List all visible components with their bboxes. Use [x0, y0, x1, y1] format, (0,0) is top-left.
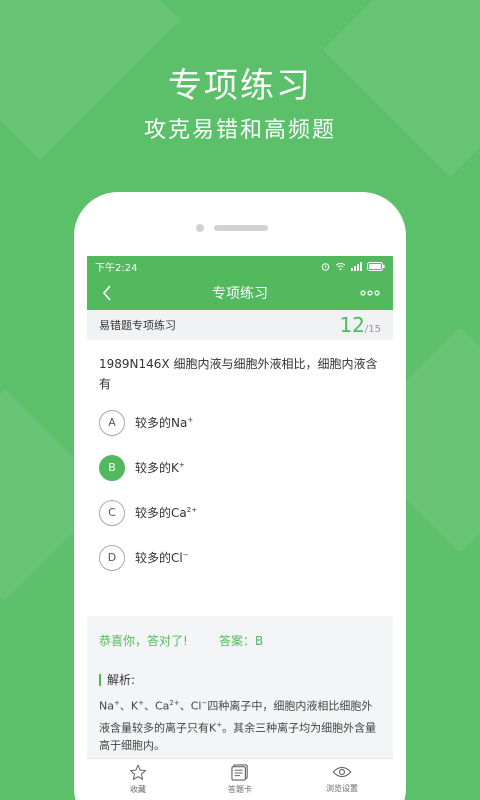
option-superscript: 2+ — [186, 506, 198, 514]
back-button[interactable] — [97, 283, 117, 303]
option-label: 较多的Na+ — [135, 414, 193, 431]
analysis-text-part: 、K — [119, 699, 139, 713]
battery-icon — [367, 261, 385, 271]
eye-icon — [332, 766, 352, 778]
options-list: A 较多的Na+ B 较多的K+ C 较多的Ca2+ D 较多的Cl− — [87, 400, 393, 580]
option-d[interactable]: D 较多的Cl− — [87, 535, 393, 580]
answer-card-icon — [231, 764, 248, 781]
option-b[interactable]: B 较多的K+ — [87, 445, 393, 490]
option-a[interactable]: A 较多的Na+ — [87, 400, 393, 445]
signal-icon — [351, 261, 362, 271]
analysis-text-part: 、Ca — [143, 699, 170, 713]
analysis-text-part: 、Cl — [179, 699, 202, 713]
tab-view-settings[interactable]: 浏览设置 — [291, 759, 393, 800]
option-text: 较多的Ca — [135, 506, 187, 520]
phone-speaker — [214, 225, 268, 231]
option-text: 较多的Na — [135, 416, 188, 430]
app-bar-title: 专项练习 — [212, 286, 268, 302]
phone-screen: 下午2:24 专项练习 易错题专项练习 12 / 15 1989N146X 细胞… — [87, 256, 393, 800]
option-c[interactable]: C 较多的Ca2+ — [87, 490, 393, 535]
progress-current: 12 — [339, 313, 365, 337]
promo-title: 专项练习 — [168, 66, 312, 106]
option-text: 较多的K — [135, 461, 179, 475]
star-icon — [129, 764, 147, 780]
progress-total: 15 — [368, 324, 381, 335]
analysis-text-part: Na — [99, 699, 114, 713]
option-superscript: − — [182, 551, 189, 559]
status-icons — [321, 261, 385, 271]
result-answer: 答案：B — [219, 634, 264, 648]
option-label: 较多的Cl− — [135, 549, 189, 566]
option-letter-circle: A — [99, 409, 125, 436]
analysis-text: Na+、K+、Ca2+、Cl−四种离子中，细胞内液相比细胞外液含量较多的离子只有… — [87, 688, 393, 755]
analysis-title: 解析: — [107, 673, 136, 687]
question-progress: 12 / 15 — [339, 313, 381, 337]
chevron-left-icon — [102, 285, 111, 301]
phone-camera — [196, 224, 204, 232]
promo-subtitle: 攻克易错和高频题 — [143, 118, 336, 143]
question-category: 易错题专项练习 — [99, 319, 176, 332]
result-message: 恭喜你，答对了! — [99, 634, 188, 648]
result-row: 恭喜你，答对了! 答案：B — [87, 616, 393, 649]
analysis-superscript: 2+ — [169, 699, 180, 707]
option-superscript: + — [187, 416, 194, 424]
tab-label: 收藏 — [130, 785, 146, 794]
bottom-tab-bar: 收藏 答题卡 浏览设置 — [87, 758, 393, 800]
tab-answer-card[interactable]: 答题卡 — [189, 759, 291, 800]
analysis-heading: 解析: — [87, 649, 393, 688]
wifi-icon — [335, 262, 346, 270]
status-time: 下午2:24 — [95, 262, 138, 274]
option-label: 较多的K+ — [135, 459, 185, 476]
option-superscript: + — [178, 461, 185, 469]
status-bar: 下午2:24 — [87, 256, 393, 276]
option-text: 较多的Cl — [135, 551, 183, 565]
alarm-icon — [321, 262, 330, 271]
tab-label: 答题卡 — [228, 785, 252, 794]
more-dots-icon — [360, 290, 380, 296]
analysis-accent-bar — [99, 673, 101, 686]
app-bar: 专项练习 — [87, 276, 393, 310]
result-panel: 恭喜你，答对了! 答案：B 解析: Na+、K+、Ca2+、Cl−四种离子中，细… — [87, 616, 393, 758]
tab-label: 浏览设置 — [326, 784, 358, 793]
tab-favorite[interactable]: 收藏 — [87, 759, 189, 800]
option-letter-circle: D — [99, 544, 125, 571]
option-letter-circle-correct: B — [99, 454, 125, 481]
more-button[interactable] — [359, 286, 381, 300]
option-label: 较多的Ca2+ — [135, 504, 197, 521]
option-letter-circle: C — [99, 499, 125, 526]
question-header: 易错题专项练习 12 / 15 — [87, 310, 393, 340]
question-text: 1989N146X 细胞内液与细胞外液相比，细胞内液含有 — [99, 357, 378, 391]
